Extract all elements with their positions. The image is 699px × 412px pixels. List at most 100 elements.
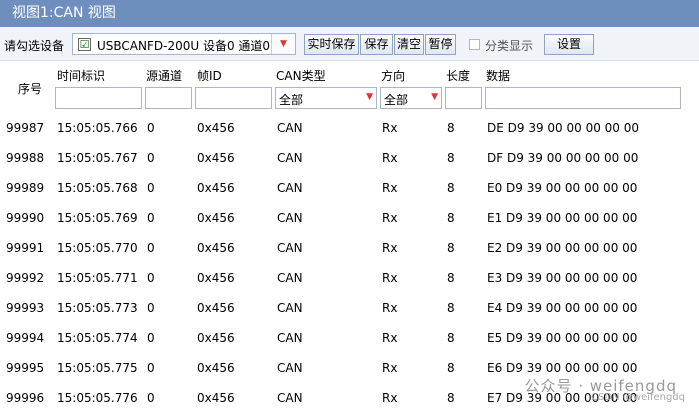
- cell-frame-id: 0x456: [197, 181, 235, 195]
- chevron-down-icon[interactable]: ▼: [271, 34, 295, 54]
- chevron-down-icon[interactable]: ▼: [366, 92, 373, 102]
- cell-length: 8: [447, 211, 455, 225]
- cell-can-type: CAN: [277, 121, 303, 135]
- cell-can-type: CAN: [277, 361, 303, 375]
- cell-direction: Rx: [382, 151, 398, 165]
- cell-source: 0: [147, 301, 155, 315]
- cell-time: 15:05:05.766: [57, 121, 138, 135]
- column-header-frame-id[interactable]: 帧ID: [197, 67, 222, 84]
- cell-time: 15:05:05.776: [57, 391, 138, 405]
- direction-filter-select[interactable]: 全部 ▼: [380, 87, 442, 109]
- cell-length: 8: [447, 331, 455, 345]
- time-filter-input[interactable]: [55, 87, 142, 109]
- chevron-down-icon[interactable]: ▼: [431, 92, 438, 102]
- table-row[interactable]: 99993 15:05:05.773 0 0x456 CAN Rx 8 E4 D…: [0, 293, 699, 323]
- cell-can-type: CAN: [277, 391, 303, 405]
- table-row[interactable]: 99988 15:05:05.767 0 0x456 CAN Rx 8 DF D…: [0, 143, 699, 173]
- cell-seq: 99995: [6, 361, 45, 375]
- cell-direction: Rx: [382, 271, 398, 285]
- cell-direction: Rx: [382, 241, 398, 255]
- table-header: 时间标识 源通道 帧ID CAN类型 方向 长度 数据 全部 ▼ 全部 ▼: [0, 61, 699, 111]
- cell-length: 8: [447, 121, 455, 135]
- cell-can-type: CAN: [277, 181, 303, 195]
- cell-length: 8: [447, 241, 455, 255]
- cell-source: 0: [147, 121, 155, 135]
- source-filter-input[interactable]: [145, 87, 192, 109]
- cell-can-type: CAN: [277, 151, 303, 165]
- device-select-value: USBCANFD-200U 设备0 通道0: [97, 39, 271, 53]
- cell-length: 8: [447, 391, 455, 405]
- column-header-seq[interactable]: 序号: [18, 80, 42, 97]
- realtime-save-button[interactable]: 实时保存: [304, 34, 359, 55]
- cell-direction: Rx: [382, 331, 398, 345]
- cell-length: 8: [447, 151, 455, 165]
- cell-source: 0: [147, 361, 155, 375]
- cell-source: 0: [147, 151, 155, 165]
- cell-frame-id: 0x456: [197, 151, 235, 165]
- data-filter-input[interactable]: [485, 87, 681, 109]
- cell-source: 0: [147, 181, 155, 195]
- cell-seq: 99987: [6, 121, 45, 135]
- column-header-source-channel[interactable]: 源通道: [146, 67, 182, 84]
- cell-seq: 99991: [6, 241, 45, 255]
- cell-direction: Rx: [382, 391, 398, 405]
- device-checkbox-icon[interactable]: ☑: [78, 38, 91, 51]
- cell-source: 0: [147, 241, 155, 255]
- cell-time: 15:05:05.774: [57, 331, 138, 345]
- save-button[interactable]: 保存: [360, 34, 393, 55]
- cell-data: E6 D9 39 00 00 00 00 00: [487, 361, 638, 375]
- cell-time: 15:05:05.768: [57, 181, 138, 195]
- frame-id-filter-input[interactable]: [195, 87, 272, 109]
- cell-length: 8: [447, 301, 455, 315]
- settings-button[interactable]: 设置: [544, 34, 594, 55]
- cell-direction: Rx: [382, 301, 398, 315]
- cell-can-type: CAN: [277, 211, 303, 225]
- table-row[interactable]: 99992 15:05:05.771 0 0x456 CAN Rx 8 E3 D…: [0, 263, 699, 293]
- cell-length: 8: [447, 271, 455, 285]
- cell-time: 15:05:05.770: [57, 241, 138, 255]
- column-header-time[interactable]: 时间标识: [57, 67, 105, 84]
- can-type-filter-select[interactable]: 全部 ▼: [275, 87, 377, 109]
- direction-filter-value: 全部: [384, 93, 409, 107]
- table-row[interactable]: 99987 15:05:05.766 0 0x456 CAN Rx 8 DE D…: [0, 113, 699, 143]
- pause-button[interactable]: 暂停: [425, 34, 456, 55]
- device-select[interactable]: ☑ USBCANFD-200U 设备0 通道0 ▼: [72, 33, 296, 55]
- column-header-data[interactable]: 数据: [486, 67, 510, 84]
- category-display-checkbox[interactable]: [469, 39, 480, 50]
- cell-seq: 99990: [6, 211, 45, 225]
- cell-data: E0 D9 39 00 00 00 00 00: [487, 181, 638, 195]
- cell-data: E3 D9 39 00 00 00 00 00: [487, 271, 638, 285]
- cell-frame-id: 0x456: [197, 331, 235, 345]
- cell-data: E4 D9 39 00 00 00 00 00: [487, 301, 638, 315]
- cell-frame-id: 0x456: [197, 391, 235, 405]
- cell-frame-id: 0x456: [197, 271, 235, 285]
- cell-data: DE D9 39 00 00 00 00 00: [487, 121, 640, 135]
- cell-direction: Rx: [382, 211, 398, 225]
- cell-seq: 99994: [6, 331, 45, 345]
- cell-time: 15:05:05.773: [57, 301, 138, 315]
- cell-data: E1 D9 39 00 00 00 00 00: [487, 211, 638, 225]
- cell-direction: Rx: [382, 121, 398, 135]
- cell-source: 0: [147, 391, 155, 405]
- column-header-direction[interactable]: 方向: [381, 67, 405, 84]
- table-row[interactable]: 99990 15:05:05.769 0 0x456 CAN Rx 8 E1 D…: [0, 203, 699, 233]
- column-header-length[interactable]: 长度: [446, 67, 470, 84]
- cell-frame-id: 0x456: [197, 301, 235, 315]
- cell-direction: Rx: [382, 181, 398, 195]
- cell-frame-id: 0x456: [197, 121, 235, 135]
- column-header-can-type[interactable]: CAN类型: [276, 67, 326, 84]
- watermark-subtext: CSDN @weifengdq: [591, 392, 685, 403]
- table-row[interactable]: 99989 15:05:05.768 0 0x456 CAN Rx 8 E0 D…: [0, 173, 699, 203]
- table-row[interactable]: 99994 15:05:05.774 0 0x456 CAN Rx 8 E5 D…: [0, 323, 699, 353]
- clear-button[interactable]: 清空: [394, 34, 424, 55]
- cell-can-type: CAN: [277, 301, 303, 315]
- cell-seq: 99988: [6, 151, 45, 165]
- cell-seq: 99989: [6, 181, 45, 195]
- cell-time: 15:05:05.775: [57, 361, 138, 375]
- cell-data: E2 D9 39 00 00 00 00 00: [487, 241, 638, 255]
- message-table-body: 99987 15:05:05.766 0 0x456 CAN Rx 8 DE D…: [0, 113, 699, 412]
- cell-length: 8: [447, 361, 455, 375]
- table-row[interactable]: 99991 15:05:05.770 0 0x456 CAN Rx 8 E2 D…: [0, 233, 699, 263]
- length-filter-input[interactable]: [445, 87, 482, 109]
- cell-time: 15:05:05.767: [57, 151, 138, 165]
